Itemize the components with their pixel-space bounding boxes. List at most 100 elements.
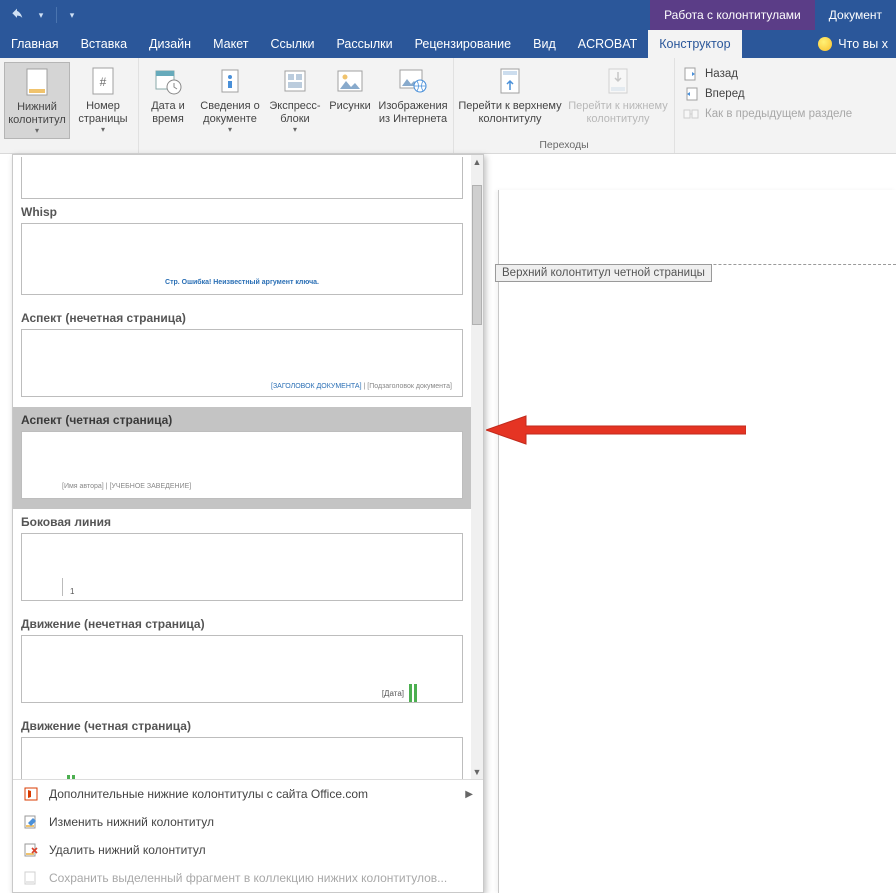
online-pictures-label: Изображения из Интернета — [377, 100, 449, 125]
gallery-item-aspect-odd[interactable]: Аспект (нечетная страница) [ЗАГОЛОВОК ДО… — [13, 305, 471, 407]
goto-header-icon — [494, 65, 526, 97]
quick-parts-icon — [279, 65, 311, 97]
context-tab-header-footer[interactable]: Работа с колонтитулами — [650, 0, 815, 30]
tab-references[interactable]: Ссылки — [259, 30, 325, 58]
goto-header-button[interactable]: Перейти к верхнему колонтитулу — [456, 62, 564, 128]
header-tag: Верхний колонтитул четной страницы — [495, 264, 712, 282]
save-selection-icon — [23, 870, 39, 886]
scroll-up-icon[interactable]: ▲ — [471, 155, 483, 169]
pictures-button[interactable]: Рисунки — [325, 62, 375, 116]
date-time-icon — [152, 65, 184, 97]
scrollbar-thumb[interactable] — [472, 185, 482, 325]
tab-design[interactable]: Дизайн — [138, 30, 202, 58]
gallery-item-whisp[interactable]: Whisp Стр. Ошибка! Неизвестный аргумент … — [13, 155, 471, 305]
undo-icon[interactable] — [8, 6, 26, 24]
tab-acrobat[interactable]: ACROBAT — [567, 30, 649, 58]
page-number-button[interactable]: # Номер страницы ▾ — [70, 62, 136, 137]
dropdown-caret-icon: ▾ — [293, 125, 297, 134]
gallery-item-title: Аспект (четная страница) — [21, 407, 463, 431]
remove-footer-button[interactable]: Удалить нижний колонтитул — [13, 836, 483, 864]
goto-footer-label: Перейти к нижнему колонтитулу — [566, 100, 670, 125]
link-previous-button: Как в предыдущем разделе — [683, 106, 852, 122]
doc-info-button[interactable]: Сведения о документе ▾ — [195, 62, 265, 137]
qat-customize-icon[interactable]: ▾ — [63, 6, 81, 24]
tab-review[interactable]: Рецензирование — [404, 30, 523, 58]
nav-next-icon — [683, 86, 699, 102]
save-selection-button: Сохранить выделенный фрагмент в коллекци… — [13, 864, 483, 892]
tab-constructor[interactable]: Конструктор — [648, 30, 741, 58]
gallery-item-title: Боковая линия — [21, 509, 463, 533]
more-from-office-label: Дополнительные нижние колонтитулы с сайт… — [49, 787, 368, 801]
tab-insert[interactable]: Вставка — [70, 30, 138, 58]
remove-footer-icon — [23, 842, 39, 858]
gallery-item-motion-odd[interactable]: Движение (нечетная страница) [Дата] — [13, 611, 471, 713]
goto-footer-button: Перейти к нижнему колонтитулу — [564, 62, 672, 128]
gallery-footer: Дополнительные нижние колонтитулы с сайт… — [13, 779, 483, 892]
gallery-item-aspect-even[interactable]: Аспект (четная страница) [Имя автора] | … — [13, 407, 471, 509]
tab-layout[interactable]: Макет — [202, 30, 259, 58]
remove-footer-label: Удалить нижний колонтитул — [49, 843, 206, 857]
nav-prev-button[interactable]: Назад — [683, 66, 852, 82]
quick-parts-label: Экспресс-блоки — [267, 100, 323, 125]
document-area: Верхний колонтитул четной страницы Whisp… — [0, 154, 896, 893]
edit-footer-icon — [23, 814, 39, 830]
gallery-item-title: Аспект (нечетная страница) — [21, 305, 463, 329]
online-pictures-icon — [397, 65, 429, 97]
link-previous-icon — [683, 106, 699, 122]
doc-info-label: Сведения о документе — [197, 100, 263, 125]
preview-text: Стр. Ошибка! Неизвестный аргумент ключа. — [165, 279, 319, 286]
nav-next-button[interactable]: Вперед — [683, 86, 852, 102]
title-bar: ▾ ▾ Работа с колонтитулами Документ — [0, 0, 896, 30]
tell-me[interactable]: Что вы х — [807, 30, 896, 58]
preview-greenbar — [414, 684, 417, 702]
goto-footer-icon — [602, 65, 634, 97]
tell-me-label: Что вы х — [838, 37, 888, 51]
preview-greenbar — [409, 684, 412, 702]
dropdown-caret-icon: ▾ — [228, 125, 232, 134]
goto-header-label: Перейти к верхнему колонтитулу — [458, 100, 562, 125]
preview-text: [Имя автора] | [УЧЕБНОЕ ЗАВЕДЕНИЕ] — [62, 483, 191, 490]
page-number-label: Номер страницы — [72, 100, 134, 125]
tell-me-icon — [818, 37, 832, 51]
online-pictures-button[interactable]: Изображения из Интернета — [375, 62, 451, 128]
chevron-right-icon: ▶ — [465, 789, 473, 800]
date-time-label: Дата и время — [143, 100, 193, 125]
gallery-item-sideline[interactable]: Боковая линия 1 — [13, 509, 471, 611]
preview-greenbar — [72, 775, 75, 779]
tab-view[interactable]: Вид — [522, 30, 567, 58]
dropdown-caret-icon: ▾ — [101, 125, 105, 134]
tab-home[interactable]: Главная — [0, 30, 70, 58]
dropdown-caret-icon: ▾ — [35, 126, 39, 135]
nav-next-label: Вперед — [705, 88, 745, 100]
gallery-item-motion-even[interactable]: Движение (четная страница) [Дата] — [13, 713, 471, 779]
ribbon-tabs: Главная Вставка Дизайн Макет Ссылки Расс… — [0, 30, 896, 58]
ribbon: Нижний колонтитул ▾ # Номер страницы ▾ Д… — [0, 58, 896, 154]
office-icon — [23, 786, 39, 802]
quick-parts-button[interactable]: Экспресс-блоки ▾ — [265, 62, 325, 137]
pictures-label: Рисунки — [329, 100, 371, 113]
preview-sideline — [62, 578, 63, 596]
nav-prev-icon — [683, 66, 699, 82]
qat-dropdown-icon[interactable]: ▾ — [32, 6, 50, 24]
gallery-scrollbar[interactable]: ▲ ▼ — [471, 155, 483, 779]
date-time-button[interactable]: Дата и время — [141, 62, 195, 128]
more-from-office-button[interactable]: Дополнительные нижние колонтитулы с сайт… — [13, 780, 483, 808]
gallery-item-title: Whisp — [21, 199, 463, 223]
qat-separator — [56, 7, 57, 23]
preview-text: [ЗАГОЛОВОК ДОКУМЕНТА] | [Подзаголовок до… — [271, 383, 452, 390]
footer-button-label: Нижний колонтитул — [7, 101, 67, 126]
page-number-icon: # — [87, 65, 119, 97]
preview-page-number: 1 — [70, 587, 74, 596]
preview-greenbar — [67, 775, 70, 779]
group-label-nav: Переходы — [539, 139, 588, 153]
preview-date: [Дата] — [382, 689, 404, 698]
scroll-down-icon[interactable]: ▼ — [471, 765, 483, 779]
svg-text:#: # — [100, 75, 107, 89]
edit-footer-button[interactable]: Изменить нижний колонтитул — [13, 808, 483, 836]
gallery-item-title: Движение (четная страница) — [21, 713, 463, 737]
footer-gallery: Whisp Стр. Ошибка! Неизвестный аргумент … — [12, 154, 484, 893]
footer-button[interactable]: Нижний колонтитул ▾ — [4, 62, 70, 139]
nav-prev-label: Назад — [705, 68, 738, 80]
tab-mailings[interactable]: Рассылки — [325, 30, 403, 58]
pictures-icon — [334, 65, 366, 97]
